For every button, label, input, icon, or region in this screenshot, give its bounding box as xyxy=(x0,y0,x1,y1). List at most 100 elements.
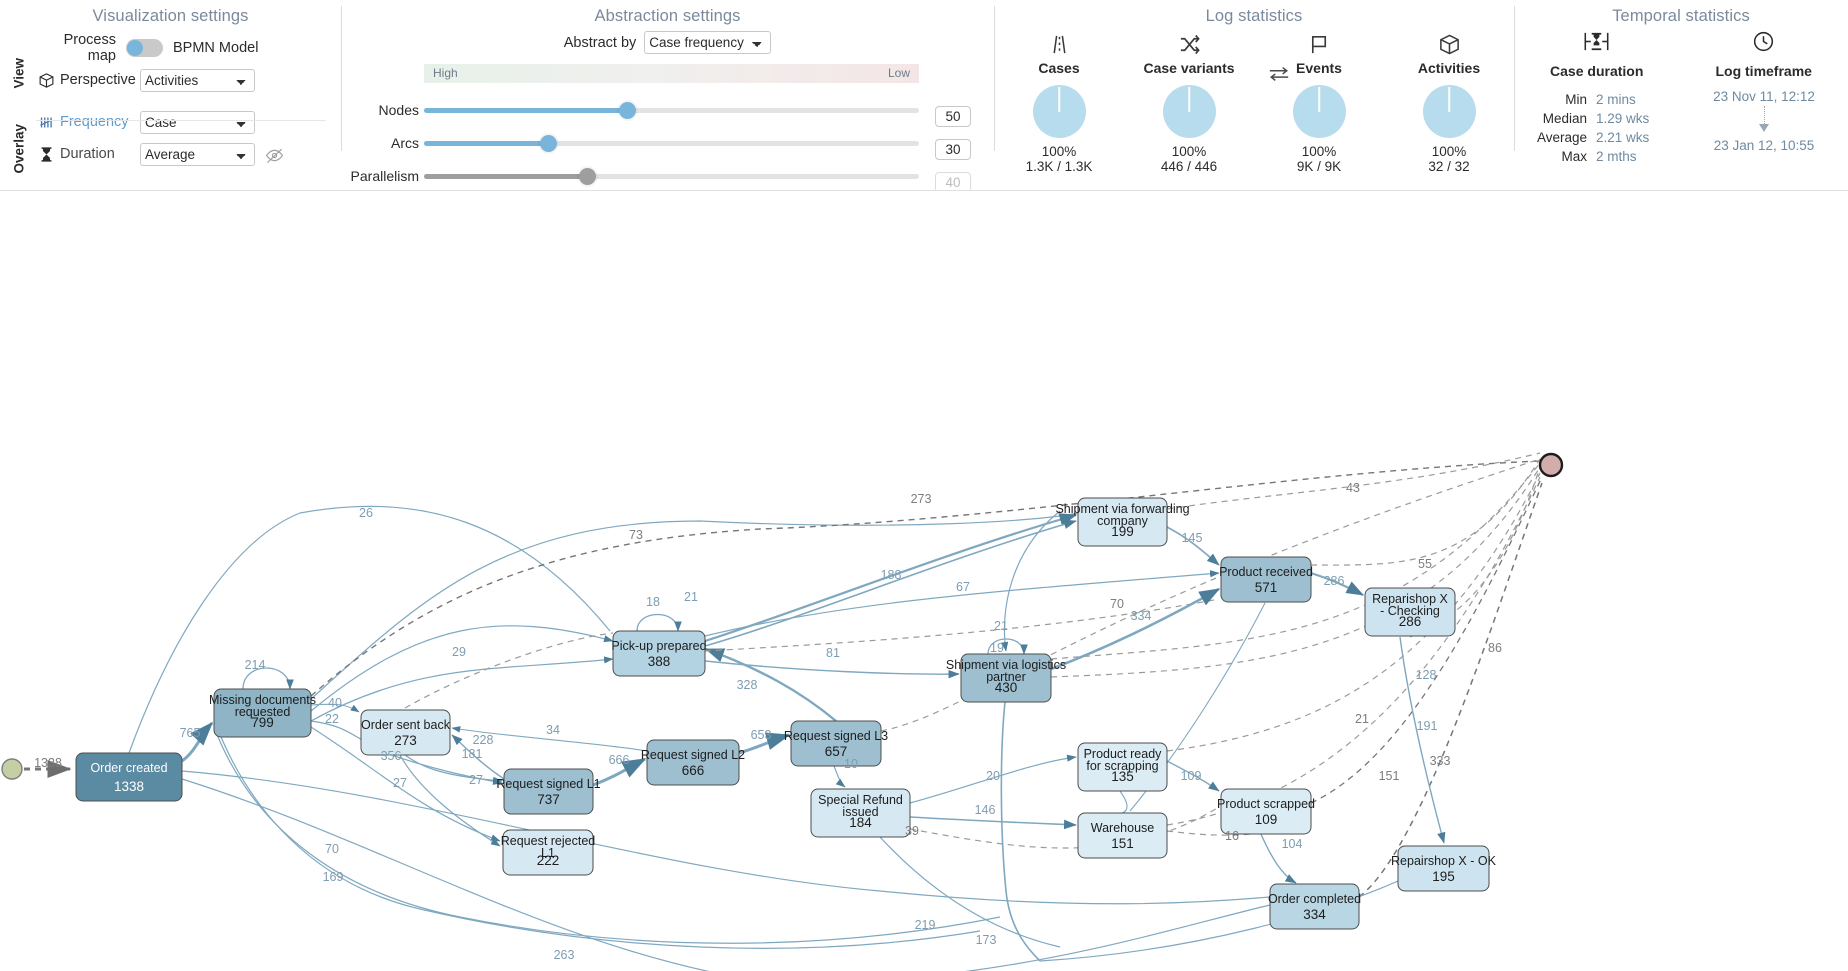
bpmn-model-label[interactable]: BPMN Model xyxy=(173,40,258,56)
node-count: 737 xyxy=(537,792,560,807)
edge-label: 173 xyxy=(976,933,997,947)
edge-scrap-end[interactable] xyxy=(1166,472,1541,752)
duration-select[interactable]: Average xyxy=(140,142,255,166)
stat-activities-pie xyxy=(1422,85,1476,138)
stat-events-fraction: 9K / 9K xyxy=(1296,159,1342,174)
log-statistics-panel: Log statistics Cases 100% 1.3K / 1.3K Ca… xyxy=(994,0,1514,191)
process-node-shipment_forwarding[interactable]: Shipment via forwardingcompany199 xyxy=(1055,497,1190,547)
process-node-reparishop_ok[interactable]: Repairshop X - OK195 xyxy=(1391,845,1497,892)
process-node-request_rejected_l1[interactable]: Request rejectedL1222 xyxy=(501,829,596,876)
parallelism-slider-handle[interactable] xyxy=(579,168,597,185)
nodes-slider-handle[interactable] xyxy=(618,102,636,119)
edge-label: 1338 xyxy=(34,756,62,770)
process-node-pickup_prepared[interactable]: Pick-up prepared388 xyxy=(611,630,707,677)
abstract-by-select[interactable]: Case frequency xyxy=(644,31,772,54)
edge-md-pickup-2[interactable] xyxy=(310,656,614,722)
edge-label: 39 xyxy=(905,824,919,838)
abstract-by-row: Abstract by Case frequency xyxy=(341,31,994,54)
process-node-request_signed_l2[interactable]: Request signed L2666 xyxy=(641,739,745,786)
node-label: Warehouse xyxy=(1091,821,1155,835)
nodes-slider-fill xyxy=(424,108,627,113)
process-node-product_received[interactable]: Product received571 xyxy=(1219,556,1313,603)
duration-average-value: 2.21 wks xyxy=(1596,130,1650,145)
stat-events-label: Events xyxy=(1296,60,1342,76)
edge-label: 181 xyxy=(462,747,483,761)
edge-osb-rsl1[interactable] xyxy=(404,754,503,784)
temporal-statistics-panel: Temporal statistics Case duration Log ti… xyxy=(1514,0,1848,191)
process-map-graph[interactable]: Order created 1338 Missing documentsreques… xyxy=(0,191,1848,971)
edge-forwarding-logistics[interactable] xyxy=(1001,510,1061,652)
node-layer: Order created 1338 Missing documentsreques… xyxy=(75,497,1497,930)
table-row: Min 2 mins xyxy=(1516,91,1682,108)
process-map-canvas[interactable]: Order created 1338 Missing documents reques… xyxy=(0,191,1848,971)
duration-max-key: Max xyxy=(1561,149,1587,164)
process-node-request_signed_l1[interactable]: Request signed L1737 xyxy=(496,768,601,815)
frequency-select[interactable]: Case xyxy=(140,110,255,134)
edge-completed-end[interactable] xyxy=(1358,482,1543,898)
edge-label: 27 xyxy=(393,776,407,790)
process-node-product_ready_scrap[interactable]: Product readyfor scrapping135 xyxy=(1077,742,1168,792)
end-event[interactable] xyxy=(1538,452,1564,478)
edge-refund-down[interactable] xyxy=(879,836,1061,948)
edge-md-pickup-1[interactable] xyxy=(310,625,614,712)
edge-pickup-forwarding-2[interactable] xyxy=(704,519,1077,647)
start-event[interactable] xyxy=(1,758,23,780)
process-node-special_refund[interactable]: Special Refundissued184 xyxy=(810,788,911,838)
node-label: Order created xyxy=(90,761,167,775)
node-count: 334 xyxy=(1303,907,1326,922)
edge-dash-received[interactable] xyxy=(704,598,1220,652)
process-node-missing_documents[interactable]: Missing documentsrequested799 xyxy=(209,688,316,738)
node-label: Product scrapped xyxy=(1217,797,1315,811)
process-node-order_sent_back[interactable]: Order sent back273 xyxy=(360,709,451,756)
edge-refund-warehouse[interactable] xyxy=(909,816,1077,830)
node-label: Order sent back xyxy=(361,718,451,732)
duration-min-value: 2 mins xyxy=(1596,92,1636,107)
arcs-slider-handle[interactable] xyxy=(539,135,557,152)
arcs-slider-value[interactable]: 30 xyxy=(935,139,971,160)
settings-toolbar: Visualization settings View Overlay Proc… xyxy=(0,0,1848,193)
edge-osb-pickup-dash[interactable] xyxy=(404,632,614,709)
node-label: Order completed xyxy=(1268,892,1361,906)
stat-activities-label: Activities xyxy=(1417,60,1481,76)
edge-ready-warehouse[interactable] xyxy=(1119,790,1128,814)
edge-label: 21 xyxy=(1355,712,1369,726)
process-node-reparishop_checking[interactable]: Reparishop X- Checking286 xyxy=(1364,587,1456,637)
edge-long-2[interactable] xyxy=(181,778,1271,971)
edge-osb-rrl1[interactable] xyxy=(399,754,501,847)
edge-logistics-down[interactable] xyxy=(1000,701,1041,962)
perspective-select[interactable]: Activities xyxy=(140,68,255,92)
arcs-slider-track[interactable] xyxy=(424,135,919,152)
edge-label: 20 xyxy=(986,769,1000,783)
edge-label: 22 xyxy=(325,712,339,726)
process-node-request_signed_l3[interactable]: Request signed L3657 xyxy=(784,720,888,767)
edge-rsl3-pickup[interactable] xyxy=(704,647,837,722)
process-node-shipment_logistics[interactable]: Shipment via logisticspartner430 xyxy=(946,653,1066,703)
process-node-warehouse[interactable]: Warehouse151 xyxy=(1077,812,1168,859)
edge-label: 128 xyxy=(1416,668,1437,682)
stat-activities: Activities 100% 32 / 32 xyxy=(1390,30,1508,174)
edge-pickup-self[interactable] xyxy=(636,613,682,632)
duration-label[interactable]: Duration xyxy=(60,146,140,162)
edge-label: 286 xyxy=(1324,574,1345,588)
nodes-slider-value[interactable]: 50 xyxy=(935,106,971,127)
edge-warehouse-end[interactable] xyxy=(1166,476,1541,826)
visualization-settings-panel: Visualization settings View Overlay Proc… xyxy=(0,0,341,191)
edge-label: 219 xyxy=(915,918,936,932)
abstraction-settings-title: Abstraction settings xyxy=(594,7,741,25)
edge-scrapped-end[interactable] xyxy=(1310,478,1542,804)
process-map-label[interactable]: Process map xyxy=(38,32,116,64)
nodes-slider-track[interactable] xyxy=(424,102,919,119)
table-row: Median 1.29 wks xyxy=(1516,110,1682,127)
temporal-statistics-title: Temporal statistics xyxy=(1612,7,1750,25)
edge-refund-dash[interactable] xyxy=(909,806,1220,849)
eye-slash-icon[interactable] xyxy=(265,146,284,163)
edge-label: 191 xyxy=(1417,719,1438,733)
node-count: 151 xyxy=(1111,836,1134,851)
process-node-order_created[interactable]: Order created 1338 xyxy=(75,752,183,802)
process-node-product_scrapped[interactable]: Product scrapped109 xyxy=(1217,788,1315,835)
process-node-order_completed[interactable]: Order completed334 xyxy=(1268,883,1361,930)
node-count: 222 xyxy=(537,853,560,868)
frequency-label[interactable]: Frequency xyxy=(60,114,140,130)
parallelism-slider-track[interactable] xyxy=(424,168,919,185)
view-mode-toggle[interactable] xyxy=(126,39,163,57)
